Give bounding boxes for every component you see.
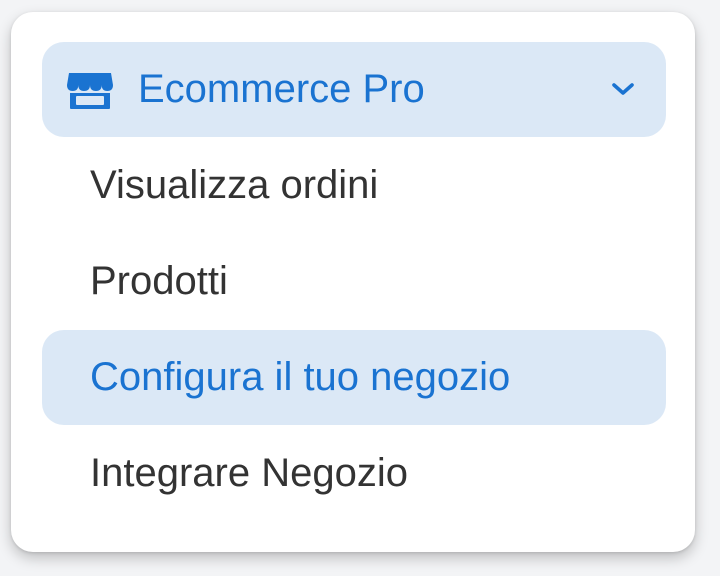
menu-item-visualizza-ordini[interactable]: Visualizza ordini xyxy=(42,138,666,233)
ecommerce-pro-menu-toggle[interactable]: Ecommerce Pro xyxy=(42,42,666,137)
menu-item-configura-negozio[interactable]: Configura il tuo negozio xyxy=(42,330,666,425)
store-icon xyxy=(67,73,113,109)
menu-item-prodotti[interactable]: Prodotti xyxy=(42,234,666,329)
menu-panel: Ecommerce Pro Visualizza ordini Prodotti… xyxy=(11,12,695,552)
menu-item-label: Configura il tuo negozio xyxy=(90,355,511,399)
menu-title: Ecommerce Pro xyxy=(138,67,425,111)
menu-item-integrare-negozio[interactable]: Integrare Negozio xyxy=(42,426,666,521)
menu-item-label: Integrare Negozio xyxy=(90,451,408,495)
chevron-down-icon[interactable] xyxy=(610,80,636,98)
menu-item-label: Prodotti xyxy=(90,259,228,303)
menu-item-label: Visualizza ordini xyxy=(90,163,379,207)
